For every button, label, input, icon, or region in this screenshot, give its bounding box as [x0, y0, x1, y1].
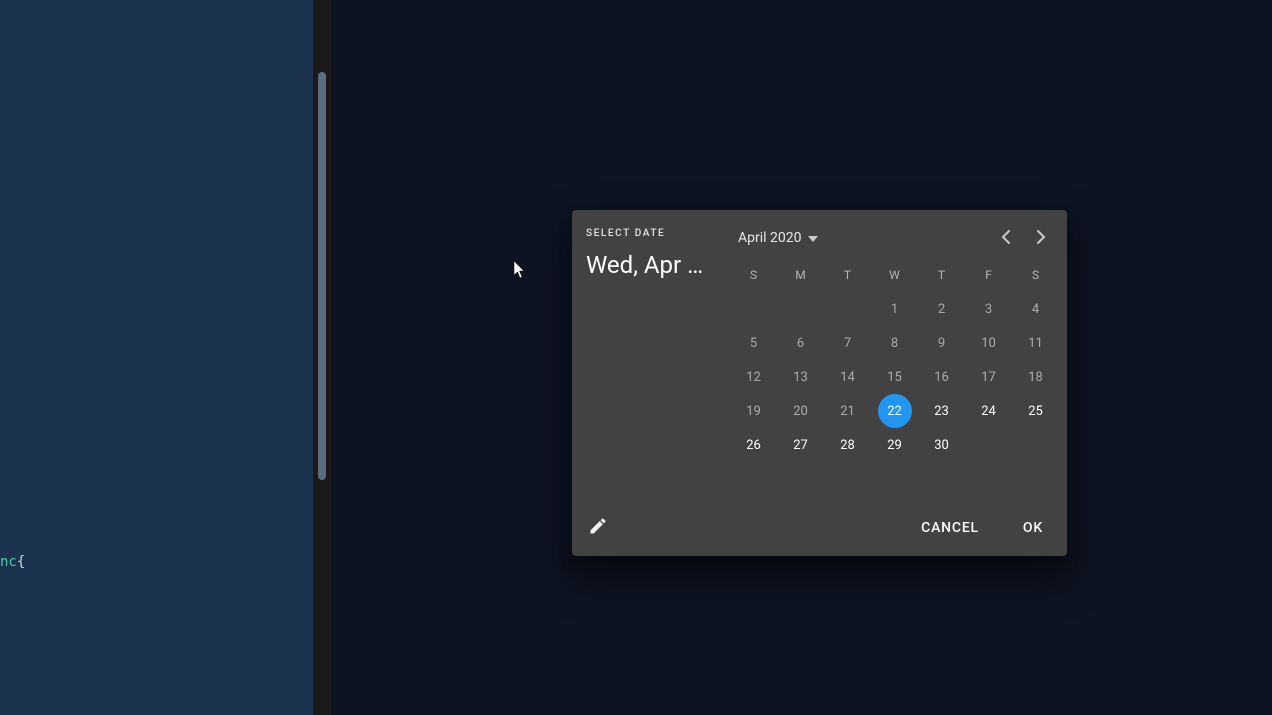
caret-down-icon — [808, 230, 818, 246]
calendar-day[interactable]: 20 — [784, 394, 818, 428]
calendar-grid: SMTWTFS123456789101112131415161718192021… — [730, 258, 1059, 462]
app-root: nc{ SELECT DATE Wed, Apr … April 2020 — [0, 0, 1272, 715]
selected-date-display: Wed, Apr … — [586, 251, 730, 279]
weekday-header: T — [938, 268, 945, 282]
calendar-day[interactable]: 4 — [1019, 292, 1053, 326]
month-select-button[interactable]: April 2020 — [730, 224, 826, 252]
chevron-right-icon — [1037, 229, 1046, 248]
cancel-button[interactable]: CANCEL — [911, 512, 989, 544]
calendar-day-empty — [1019, 428, 1053, 462]
calendar-day[interactable]: 1 — [878, 292, 912, 326]
calendar-day[interactable]: 10 — [972, 326, 1006, 360]
month-label: April 2020 — [738, 230, 802, 246]
date-picker-footer: CANCEL OK — [572, 504, 1067, 556]
calendar-day-empty — [972, 428, 1006, 462]
calendar-day[interactable]: 27 — [784, 428, 818, 462]
calendar-day[interactable]: 9 — [925, 326, 959, 360]
calendar-day[interactable]: 11 — [1019, 326, 1053, 360]
calendar-day[interactable]: 26 — [737, 428, 771, 462]
date-picker-body: SELECT DATE Wed, Apr … April 2020 — [572, 210, 1067, 504]
code-snippet: nc{ — [0, 554, 25, 570]
dialog-actions: CANCEL OK — [911, 512, 1053, 544]
weekday-header: S — [750, 268, 757, 282]
edit-input-button[interactable] — [586, 516, 610, 540]
calendar-day[interactable]: 13 — [784, 360, 818, 394]
calendar-day[interactable]: 22 — [878, 394, 912, 428]
calendar-day[interactable]: 16 — [925, 360, 959, 394]
chevron-left-icon — [1001, 229, 1010, 248]
calendar-day-empty — [831, 292, 865, 326]
calendar-day[interactable]: 5 — [737, 326, 771, 360]
calendar-day[interactable]: 7 — [831, 326, 865, 360]
code-editor-sidebar: nc{ — [0, 0, 313, 715]
calendar-day[interactable]: 12 — [737, 360, 771, 394]
calendar-day[interactable]: 3 — [972, 292, 1006, 326]
calendar-day-empty — [737, 292, 771, 326]
calendar-panel: April 2020 — [730, 210, 1067, 504]
month-nav-row: April 2020 — [730, 218, 1059, 258]
calendar-day[interactable]: 8 — [878, 326, 912, 360]
pencil-icon — [588, 516, 608, 540]
code-brace: { — [17, 554, 25, 570]
date-picker-header: SELECT DATE Wed, Apr … — [572, 210, 730, 504]
calendar-day[interactable]: 25 — [1019, 394, 1053, 428]
calendar-day[interactable]: 14 — [831, 360, 865, 394]
calendar-day[interactable]: 30 — [925, 428, 959, 462]
scrollbar-thumb[interactable] — [318, 72, 326, 480]
calendar-day-empty — [784, 292, 818, 326]
calendar-day[interactable]: 18 — [1019, 360, 1053, 394]
calendar-day[interactable]: 2 — [925, 292, 959, 326]
next-month-button[interactable] — [1023, 220, 1059, 256]
ok-button[interactable]: OK — [1013, 512, 1053, 544]
select-date-label: SELECT DATE — [586, 228, 730, 239]
code-keyword: nc — [0, 554, 17, 570]
weekday-header: W — [889, 268, 900, 282]
weekday-header: M — [795, 268, 805, 282]
date-picker-dialog: SELECT DATE Wed, Apr … April 2020 — [572, 210, 1067, 556]
calendar-day[interactable]: 19 — [737, 394, 771, 428]
calendar-day[interactable]: 21 — [831, 394, 865, 428]
calendar-day[interactable]: 28 — [831, 428, 865, 462]
weekday-header: F — [985, 268, 992, 282]
weekday-header: T — [844, 268, 851, 282]
calendar-day[interactable]: 23 — [925, 394, 959, 428]
calendar-day[interactable]: 17 — [972, 360, 1006, 394]
calendar-day[interactable]: 15 — [878, 360, 912, 394]
calendar-day[interactable]: 29 — [878, 428, 912, 462]
calendar-day[interactable]: 6 — [784, 326, 818, 360]
calendar-day[interactable]: 24 — [972, 394, 1006, 428]
prev-month-button[interactable] — [987, 220, 1023, 256]
weekday-header: S — [1032, 268, 1039, 282]
